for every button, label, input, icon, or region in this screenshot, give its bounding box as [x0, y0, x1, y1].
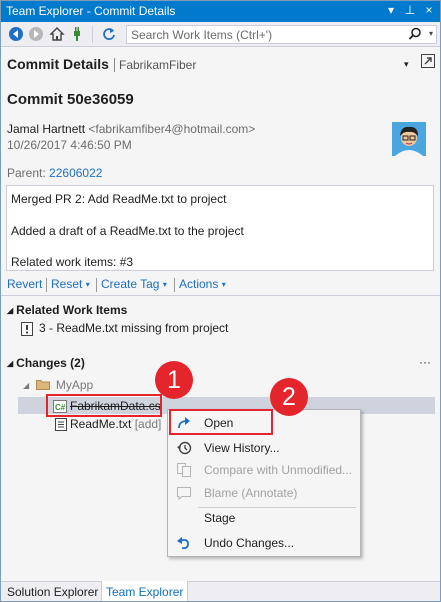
menu-item-label: Compare with Unmodified...: [204, 463, 353, 477]
section-title: Related Work Items: [16, 303, 128, 317]
compare-icon: [177, 463, 191, 477]
author-name: Jamal Hartnett: [7, 122, 86, 136]
actions-menu-link[interactable]: Actions ▾: [179, 277, 226, 291]
search-dropdown-icon[interactable]: ▾: [429, 29, 433, 38]
home-icon[interactable]: [49, 26, 65, 42]
project-name: FabrikamFiber: [114, 58, 196, 72]
tab-solution-explorer[interactable]: Solution Explorer: [3, 582, 102, 601]
forward-arrow-icon[interactable]: [28, 26, 44, 42]
menu-item-view-history[interactable]: View History...: [168, 437, 360, 459]
parent-commit: Parent: 22606022: [7, 166, 102, 180]
avatar-image: [392, 122, 426, 156]
collapse-toggle-icon[interactable]: ◢: [7, 306, 13, 315]
popout-icon[interactable]: [420, 53, 436, 69]
commit-author: Jamal Hartnett <fabrikamfiber4@hotmail.c…: [7, 122, 255, 136]
header-dropdown-icon[interactable]: ▾: [404, 59, 409, 70]
avatar: [392, 122, 426, 156]
commit-message-line: Merged PR 2: Add ReadMe.txt to project: [11, 192, 227, 206]
history-icon: [177, 441, 192, 455]
folder-node[interactable]: ◢ MyApp: [23, 378, 93, 392]
toolbar: Search Work Items (Ctrl+') ▾: [1, 22, 440, 47]
actions-separator: [46, 278, 47, 292]
callout-highlight-open: [169, 409, 273, 435]
divider: [1, 295, 440, 296]
actions-separator: [174, 278, 175, 292]
author-email: <fabrikamfiber4@hotmail.com>: [88, 122, 256, 136]
title-bar: Team Explorer - Commit Details ▾ ⊥ ×: [1, 1, 440, 22]
commit-message-box[interactable]: Merged PR 2: Add ReadMe.txt to project A…: [6, 185, 434, 271]
file-status: [add]: [134, 417, 162, 431]
menu-item-label: Undo Changes...: [204, 536, 295, 550]
close-button[interactable]: ×: [422, 3, 436, 17]
team-explorer-window: Team Explorer - Commit Details ▾ ⊥ × Sea…: [0, 0, 441, 602]
commit-date: 10/26/2017 4:46:50 PM: [7, 138, 132, 152]
reset-link[interactable]: Reset ▾: [51, 277, 90, 291]
revert-link[interactable]: Revert: [7, 277, 42, 291]
create-tag-caret-icon: ▾: [162, 280, 167, 289]
create-tag-link[interactable]: Create Tag ▾: [101, 277, 167, 291]
tab-team-explorer[interactable]: Team Explorer: [101, 581, 189, 601]
menu-item-label: Stage: [204, 511, 236, 525]
commit-message-line: Added a draft of a ReadMe.txt to the pro…: [11, 224, 244, 238]
actions-label: Actions: [179, 277, 219, 291]
callout-highlight-file: [46, 394, 162, 417]
folder-icon: [35, 380, 50, 390]
plug-icon[interactable]: [69, 26, 85, 42]
parent-commit-link[interactable]: 22606022: [49, 166, 102, 180]
work-item-icon: [21, 322, 33, 336]
undo-icon: [177, 537, 189, 550]
page-header: Commit Details FabrikamFiber ▾: [1, 48, 440, 78]
page-title: Commit Details: [7, 56, 109, 72]
pin-button[interactable]: ⊥: [403, 3, 417, 17]
refresh-icon[interactable]: [101, 26, 117, 42]
create-tag-label: Create Tag: [101, 277, 160, 291]
actions-separator: [96, 278, 97, 292]
window-dropdown-button[interactable]: ▾: [384, 3, 398, 17]
annotate-icon: [177, 487, 191, 501]
search-work-items-input[interactable]: Search Work Items (Ctrl+') ▾: [126, 25, 437, 44]
folder-name: MyApp: [55, 378, 94, 392]
collapse-toggle-icon[interactable]: ◢: [7, 359, 13, 368]
back-arrow-icon[interactable]: [8, 26, 24, 42]
changed-file-readme[interactable]: ReadMe.txt [add]: [70, 417, 161, 431]
commit-actions-bar: Revert Reset ▾ Create Tag ▾ Actions ▾: [1, 277, 440, 293]
related-work-item[interactable]: 3 - ReadMe.txt missing from project: [39, 321, 228, 335]
reset-caret-icon: ▾: [85, 280, 90, 289]
menu-item-label: Blame (Annotate): [204, 486, 298, 500]
reset-label: Reset: [51, 277, 83, 291]
search-icon[interactable]: [408, 27, 422, 41]
window-title: Team Explorer - Commit Details: [6, 4, 176, 18]
menu-item-label: View History...: [204, 441, 280, 455]
menu-item-undo-changes[interactable]: Undo Changes...: [168, 532, 360, 554]
callout-step-1-badge: 1: [155, 361, 193, 399]
section-title: Changes (2): [16, 356, 85, 370]
folder-toggle-icon[interactable]: ◢: [23, 381, 29, 390]
text-file-icon: [55, 418, 67, 431]
parent-label: Parent:: [7, 166, 46, 180]
search-placeholder: Search Work Items (Ctrl+'): [131, 28, 273, 42]
commit-message-line: Related work items: #3: [11, 255, 134, 269]
file-name: ReadMe.txt: [70, 417, 132, 431]
changes-header[interactable]: ◢ Changes (2): [7, 356, 85, 370]
menu-item-compare-with-unmodified: Compare with Unmodified...: [168, 459, 360, 481]
bottom-tab-bar: Solution Explorer Team Explorer: [1, 581, 440, 601]
toolbar-separator: [92, 26, 93, 43]
actions-caret-icon: ▾: [221, 280, 226, 289]
commit-title: Commit 50e36059: [7, 91, 134, 108]
menu-item-blame: Blame (Annotate): [168, 482, 360, 504]
callout-step-2-badge: 2: [270, 378, 308, 416]
related-work-items-header[interactable]: ◢ Related Work Items: [7, 303, 127, 317]
more-options-icon[interactable]: ···: [419, 355, 431, 369]
menu-item-stage[interactable]: Stage: [168, 507, 360, 529]
